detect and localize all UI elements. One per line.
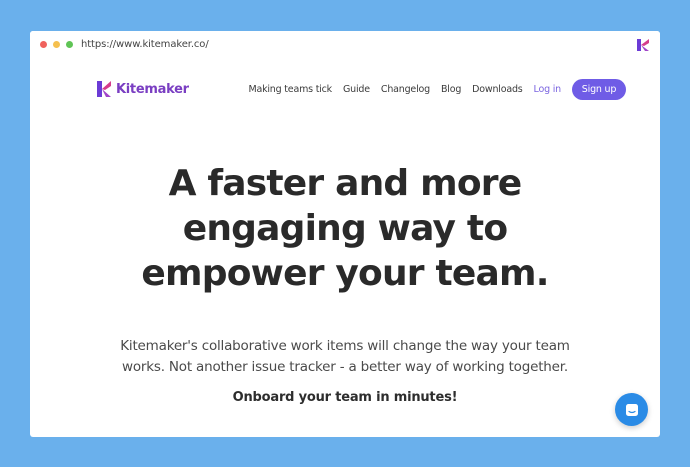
- headline-line: A faster and more: [168, 163, 523, 204]
- nav-links: Making teams tick Guide Changelog Blog D…: [237, 79, 626, 100]
- login-link[interactable]: Log in: [534, 84, 562, 95]
- headline-line: empower your team.: [141, 253, 549, 294]
- chat-button[interactable]: [615, 393, 648, 426]
- headline-line: engaging way to: [182, 208, 508, 249]
- site-nav: Kitemaker Making teams tick Guide Change…: [30, 77, 660, 103]
- nav-link-guide[interactable]: Guide: [343, 84, 370, 95]
- kitemaker-logo-icon: [97, 81, 111, 97]
- browser-toolbar: https://www.kitemaker.co/: [30, 31, 660, 59]
- signup-button[interactable]: Sign up: [572, 79, 626, 100]
- kitemaker-logo-icon: [637, 39, 649, 51]
- brand-name: Kitemaker: [116, 81, 189, 97]
- hero-headline: A faster and more engaging way to empowe…: [30, 161, 660, 296]
- browser-window: https://www.kitemaker.co/ Kitemaker Maki…: [30, 31, 660, 437]
- address-bar[interactable]: https://www.kitemaker.co/: [81, 39, 209, 50]
- nav-link-blog[interactable]: Blog: [441, 84, 461, 95]
- maximize-dot-icon[interactable]: [66, 41, 73, 48]
- minimize-dot-icon[interactable]: [53, 41, 60, 48]
- subtitle-line: works. Not another issue tracker - a bet…: [122, 359, 568, 375]
- chat-icon: [625, 403, 638, 416]
- close-dot-icon[interactable]: [40, 41, 47, 48]
- brand-logo[interactable]: Kitemaker: [96, 80, 189, 98]
- subtitle-line: Kitemaker's collaborative work items wil…: [120, 338, 570, 354]
- hero-subtitle: Kitemaker's collaborative work items wil…: [30, 336, 660, 378]
- nav-link-changelog[interactable]: Changelog: [381, 84, 430, 95]
- cta-text: Onboard your team in minutes!: [232, 390, 458, 405]
- nav-link-making-teams-tick[interactable]: Making teams tick: [248, 84, 332, 95]
- nav-link-downloads[interactable]: Downloads: [472, 84, 523, 95]
